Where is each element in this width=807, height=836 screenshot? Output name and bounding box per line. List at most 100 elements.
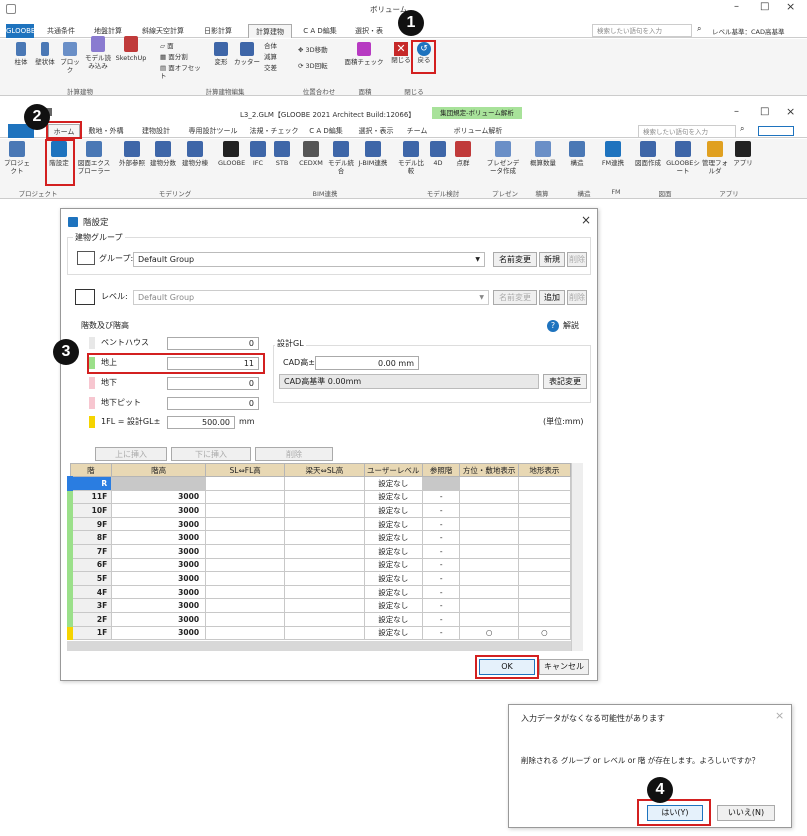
dialog-close-button[interactable]: × xyxy=(581,213,591,227)
table-row[interactable]: 4F 3000 設定なし - xyxy=(67,584,572,600)
table-cell[interactable] xyxy=(459,516,519,532)
table-cell[interactable]: 3000 xyxy=(111,516,207,532)
table-cell[interactable] xyxy=(111,476,207,491)
column-header[interactable]: 階 xyxy=(69,463,113,477)
below-ground-input[interactable]: 0 xyxy=(167,377,259,390)
table-cell[interactable]: 3000 xyxy=(111,543,207,559)
table-cell[interactable]: 設定なし xyxy=(363,516,423,532)
ribbon-button-10[interactable]: モデル統合 xyxy=(326,141,356,175)
table-cell[interactable]: - xyxy=(421,598,461,613)
level-select[interactable]: Default Group ▼ xyxy=(133,290,489,305)
table-cell[interactable]: - xyxy=(421,516,461,532)
table-cell[interactable] xyxy=(459,489,519,505)
ribbon-button-13[interactable]: 4D xyxy=(428,141,448,167)
table-row[interactable]: 7F 3000 設定なし - xyxy=(67,543,572,559)
ribbon-button-19[interactable]: 図面作成 xyxy=(634,141,662,167)
search-icon[interactable]: ⌕ xyxy=(740,124,744,134)
face-offset-button[interactable]: ▤ 面オフセット xyxy=(160,64,206,80)
table-cell[interactable] xyxy=(205,503,286,518)
ribbon-button-16[interactable]: 概算数量 xyxy=(528,141,558,167)
table-row[interactable]: 11F 3000 設定なし - xyxy=(67,489,572,505)
delete-group-button[interactable]: 削除 xyxy=(567,252,587,267)
table-cell[interactable] xyxy=(459,530,519,545)
table-row[interactable]: 9F 3000 設定なし - xyxy=(67,516,572,532)
table-cell[interactable] xyxy=(205,557,286,573)
table-cell[interactable] xyxy=(284,503,365,518)
ribbon-button-14[interactable]: 点群 xyxy=(452,141,474,167)
tab-design-tools[interactable]: 専用設計ツール xyxy=(184,124,242,138)
table-cell[interactable]: 設定なし xyxy=(363,584,423,600)
table-cell[interactable] xyxy=(284,598,365,613)
face-split-button[interactable]: ▦ 面分割 xyxy=(160,53,196,61)
table-cell[interactable] xyxy=(284,476,365,491)
table-cell[interactable] xyxy=(284,557,365,573)
ribbon-button-12[interactable]: モデル比較 xyxy=(396,141,426,175)
new-group-button[interactable]: 新規 xyxy=(539,252,565,267)
no-button[interactable]: いいえ(N) xyxy=(717,805,775,821)
table-cell[interactable] xyxy=(459,503,519,518)
table-cell[interactable] xyxy=(284,611,365,627)
close-button[interactable]: × xyxy=(786,105,795,118)
tab-common[interactable]: 共通条件 xyxy=(40,24,82,38)
search-icon[interactable]: ⌕ xyxy=(697,24,701,34)
table-cell[interactable] xyxy=(284,625,365,641)
column-body-button[interactable]: 柱体 xyxy=(10,42,32,66)
maximize-button[interactable]: □ xyxy=(760,1,769,12)
area-check-button[interactable]: 面積チェック xyxy=(344,42,384,66)
tab-volume[interactable]: ボリューム解析 xyxy=(438,124,518,138)
maximize-button[interactable]: □ xyxy=(760,106,769,117)
table-cell[interactable] xyxy=(517,611,572,627)
help-link[interactable]: 解説 xyxy=(563,319,579,333)
table-cell[interactable] xyxy=(459,611,519,627)
column-header[interactable]: 梁天⇔SL高 xyxy=(284,463,365,477)
ribbon-button-2[interactable]: 図面エクスプローラー xyxy=(76,141,112,175)
table-cell[interactable] xyxy=(205,611,286,627)
table-cell[interactable] xyxy=(284,543,365,559)
table-cell[interactable] xyxy=(459,543,519,559)
rotate-3d-button[interactable]: ⟳ 3D回転 xyxy=(298,62,338,70)
add-level-button[interactable]: 追加 xyxy=(539,290,565,305)
confirm-close-button[interactable]: × xyxy=(775,709,784,722)
column-header[interactable]: 参照階 xyxy=(421,463,461,477)
ribbon-button-18[interactable]: FM連携 xyxy=(600,141,626,167)
ribbon-button-17[interactable]: 構造 xyxy=(566,141,588,167)
table-cell[interactable] xyxy=(517,557,572,573)
notation-change-button[interactable]: 表記変更 xyxy=(543,374,587,389)
table-cell[interactable] xyxy=(205,516,286,532)
minimize-button[interactable]: – xyxy=(734,1,739,12)
tab-cad-edit[interactable]: C A D編集 xyxy=(304,124,348,138)
intersect-button[interactable]: 交差 xyxy=(264,64,288,72)
table-cell[interactable]: 設定なし xyxy=(363,476,423,491)
ribbon-button-20[interactable]: GLOOBEシート xyxy=(666,141,700,175)
table-row[interactable]: 5F 3000 設定なし - xyxy=(67,571,572,586)
delete-level-button[interactable]: 削除 xyxy=(567,290,587,305)
tab-building[interactable]: 建物設計 xyxy=(136,124,176,138)
table-cell[interactable] xyxy=(517,503,572,518)
table-cell[interactable]: ○ xyxy=(517,625,572,641)
subtract-button[interactable]: 減算 xyxy=(264,53,288,61)
tab-select[interactable]: 選択・表 xyxy=(350,24,388,38)
table-cell[interactable]: 設定なし xyxy=(363,611,423,627)
table-cell[interactable] xyxy=(517,571,572,586)
table-cell[interactable] xyxy=(517,516,572,532)
move-3d-button[interactable]: ✥ 3D移動 xyxy=(298,46,338,54)
tab-law-check[interactable]: 法規・チェック xyxy=(248,124,300,138)
table-row[interactable]: 3F 3000 設定なし - xyxy=(67,598,572,613)
table-cell[interactable]: 設定なし xyxy=(363,503,423,518)
union-button[interactable]: 合体 xyxy=(264,42,288,50)
table-cell[interactable]: 3000 xyxy=(111,503,207,518)
table-cell[interactable] xyxy=(459,598,519,613)
table-cell[interactable] xyxy=(205,489,286,505)
ribbon-button-4[interactable]: 建物分数 xyxy=(150,141,176,167)
table-cell[interactable] xyxy=(284,489,365,505)
ribbon-button-0[interactable]: プロジェクト xyxy=(2,141,32,175)
ribbon-button-15[interactable]: プレゼンデータ作成 xyxy=(486,141,520,175)
ribbon-button-7[interactable]: IFC xyxy=(248,141,268,167)
table-cell[interactable] xyxy=(205,625,286,641)
table-cell[interactable] xyxy=(205,584,286,600)
ribbon-button-5[interactable]: 建物分棟 xyxy=(180,141,210,167)
table-cell[interactable]: ○ xyxy=(459,625,519,641)
close-button[interactable]: × xyxy=(786,0,795,13)
table-cell[interactable] xyxy=(517,584,572,600)
tab-gloobe[interactable]: GLOOBE xyxy=(6,24,35,38)
